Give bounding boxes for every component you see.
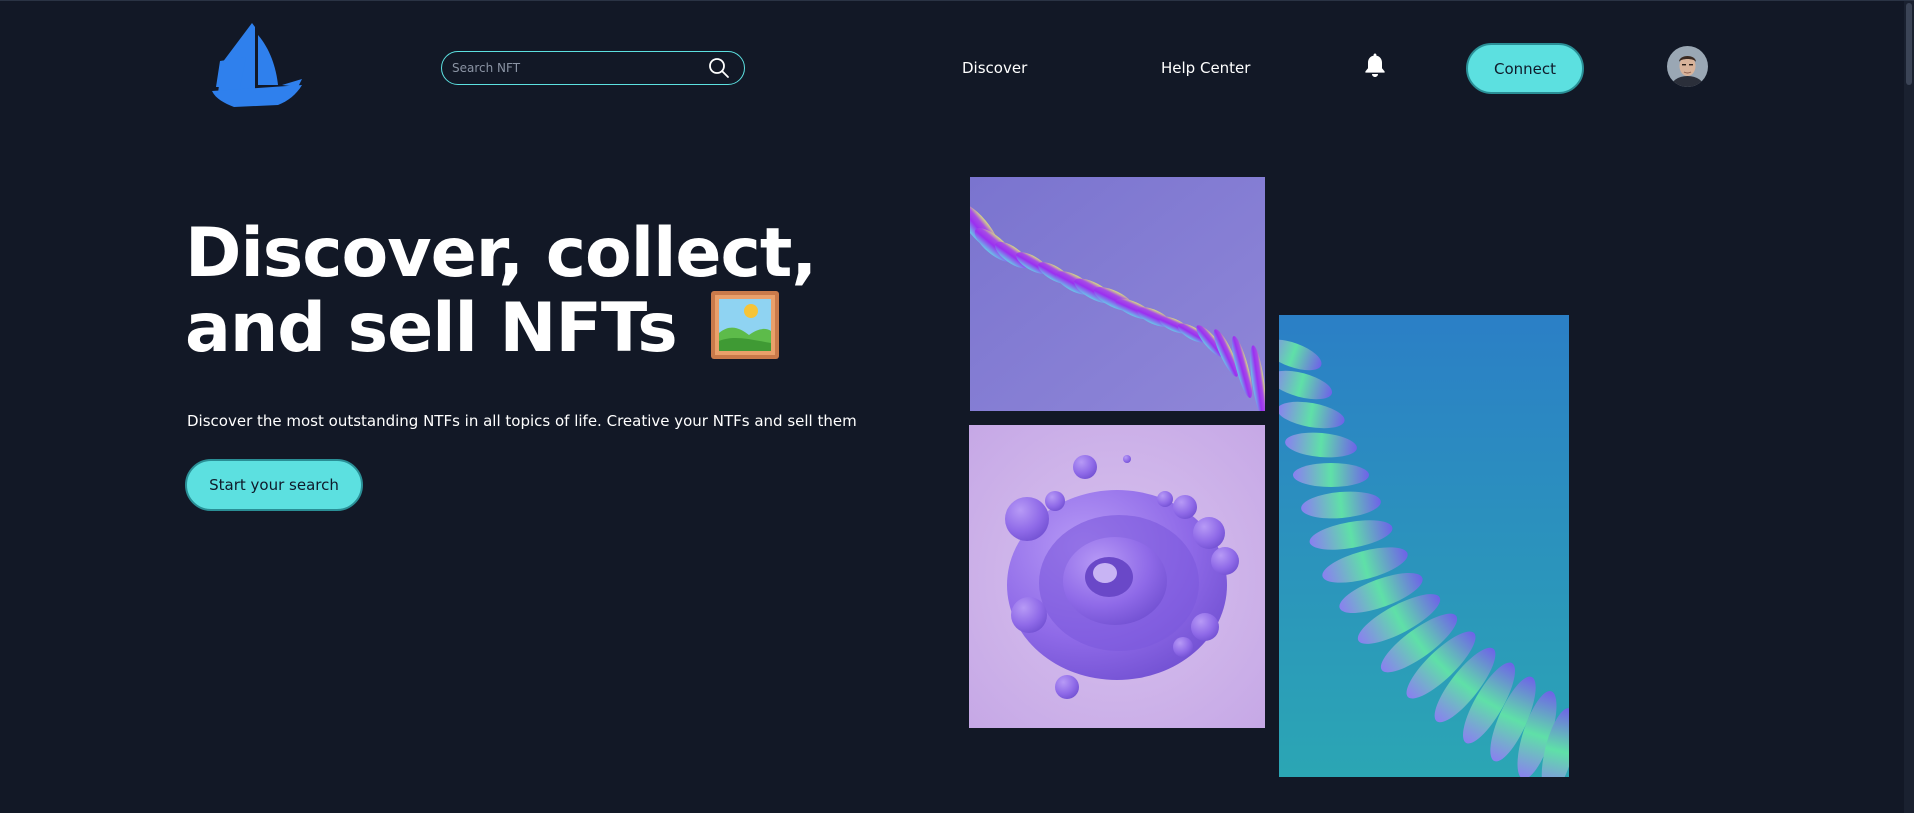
purple-ribbon-artwork[interactable] [970, 177, 1265, 411]
page: Discover Help Center Connect Discover, c… [0, 0, 1914, 813]
scrollbar-thumb[interactable] [1906, 3, 1912, 85]
scrollbar[interactable] [1904, 1, 1914, 813]
search-box [441, 51, 745, 85]
hero-title: Discover, collect, and sell NFTs [185, 219, 835, 364]
nav-link-help-center[interactable]: Help Center [1161, 59, 1250, 77]
user-avatar[interactable] [1667, 46, 1708, 87]
start-search-button[interactable]: Start your search [185, 459, 363, 511]
nav-link-discover[interactable]: Discover [962, 59, 1027, 77]
hero-title-line-1: Discover, collect, [185, 214, 817, 293]
connect-button[interactable]: Connect [1466, 43, 1584, 94]
search-input[interactable] [442, 60, 708, 76]
hero-title-line-2: and sell NFTs [185, 289, 678, 368]
search-icon[interactable] [708, 57, 730, 79]
hero-subtitle: Discover the most outstanding NTFs in al… [187, 412, 857, 430]
bell-icon[interactable] [1364, 52, 1386, 78]
sailboat-logo-icon[interactable] [212, 23, 302, 107]
teal-wave-artwork[interactable] [1279, 315, 1569, 777]
lilac-bubble-swirl-artwork[interactable] [969, 425, 1265, 728]
framed-picture-icon [711, 291, 780, 359]
